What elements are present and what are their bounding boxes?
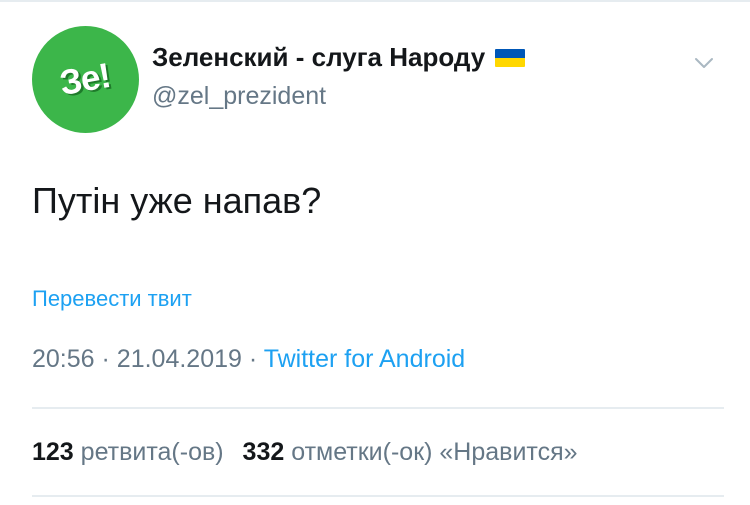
avatar[interactable]: Зе! xyxy=(32,26,139,133)
top-divider xyxy=(0,0,750,2)
author-name-row: Зеленский - слуга Народу xyxy=(152,42,526,73)
tweet-text: Путін уже напав? xyxy=(32,180,322,221)
tweet-time[interactable]: 20:56 xyxy=(32,345,95,373)
divider xyxy=(32,407,724,409)
likes-stat[interactable]: 332 отметки(-ок) «Нравится» xyxy=(243,438,578,466)
tweet-source-link[interactable]: Twitter for Android xyxy=(264,345,465,373)
display-name[interactable]: Зеленский - слуга Народу xyxy=(152,42,485,73)
tweet-stats: 123 ретвита(-ов) 332 отметки(-ок) «Нрави… xyxy=(32,438,590,467)
tweet-meta: 20:56 · 21.04.2019 · Twitter for Android xyxy=(32,345,465,374)
chevron-down-icon[interactable] xyxy=(693,52,715,74)
retweets-label: ретвита(-ов) xyxy=(80,438,224,466)
tweet-date[interactable]: 21.04.2019 xyxy=(117,345,242,373)
likes-count: 332 xyxy=(242,438,285,466)
user-handle[interactable]: @zel_prezident xyxy=(152,82,326,111)
likes-label: отметки(-ок) «Нравится» xyxy=(291,438,578,466)
retweets-stat[interactable]: 123 ретвита(-ов) xyxy=(32,438,231,466)
meta-separator: · xyxy=(101,345,110,373)
translate-tweet-link[interactable]: Перевести твит xyxy=(32,286,192,312)
retweets-count: 123 xyxy=(32,438,74,466)
meta-separator: · xyxy=(248,345,258,373)
ukraine-flag-icon xyxy=(495,48,526,67)
divider xyxy=(32,495,724,497)
avatar-logo-text: Зе! xyxy=(57,55,114,103)
